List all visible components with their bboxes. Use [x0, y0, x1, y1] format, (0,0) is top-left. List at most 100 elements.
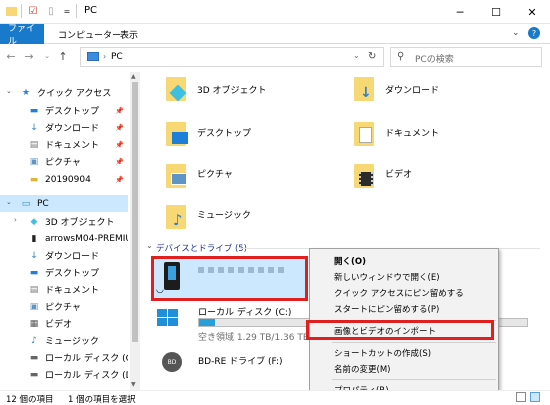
nav-item[interactable]: ▬ 20190904 📌	[0, 171, 128, 188]
folder-downloads[interactable]: ↓	[354, 77, 374, 101]
nav-item[interactable]: ★ クイック アクセス	[0, 84, 128, 101]
tab-file[interactable]: ファイル	[0, 24, 44, 47]
folder-label: ビデオ	[385, 170, 413, 180]
chevron-down-icon[interactable]: ⌄	[146, 241, 153, 250]
minimize-button[interactable]: ─	[442, 0, 478, 24]
window-title: PC	[84, 5, 98, 16]
folder-icon[interactable]	[4, 4, 18, 18]
pin-icon: 📌	[115, 157, 124, 166]
nav-item[interactable]: ↓ ダウンロード 📌	[0, 119, 128, 136]
scroll-up-icon[interactable]: ▲	[131, 73, 136, 80]
device-name-blurred	[198, 267, 288, 273]
highlight-box-import	[306, 320, 494, 340]
folder-desktop[interactable]	[166, 122, 188, 146]
phone-icon: ▮	[31, 233, 37, 244]
nav-item[interactable]: ▦ ビデオ	[0, 315, 128, 332]
folder-label: 3D オブジェクト	[197, 86, 267, 96]
folder-icon: ▬	[29, 174, 39, 185]
folder-documents[interactable]	[354, 122, 374, 146]
quick-access-dropdown-icon[interactable]: =	[60, 4, 74, 18]
divider	[76, 4, 77, 18]
drive-icon: ▬	[29, 352, 39, 363]
nav-item[interactable]: ♪ ミュージック	[0, 332, 128, 349]
chevron-down-icon[interactable]: ⌄	[6, 87, 12, 95]
details-view-icon[interactable]	[516, 392, 526, 402]
menu-item-open-new-window[interactable]: 新しいウィンドウで開く(E)	[334, 270, 440, 284]
breadcrumb-pc[interactable]: PC	[111, 52, 123, 62]
section-header-devices[interactable]: デバイスとドライブ (5)	[156, 242, 247, 254]
folder-music[interactable]: ♪	[166, 205, 186, 229]
nav-item[interactable]: ▣ ピクチャ 📌	[0, 153, 128, 170]
nav-item-label: ミュージック	[45, 337, 99, 347]
nav-item[interactable]: ▮ arrowsM04-PREMIUM	[0, 230, 128, 247]
page-icon	[359, 127, 372, 143]
back-arrow-icon[interactable]: ←	[4, 49, 18, 63]
tab-view[interactable]: 表示	[112, 24, 146, 44]
nav-item[interactable]: ▬ デスクトップ 📌	[0, 102, 128, 119]
nav-item-label: ピクチャ	[45, 158, 81, 168]
document-icon: ▤	[29, 139, 39, 150]
menu-separator	[332, 342, 496, 343]
nav-item[interactable]: ▤ ドキュメント	[0, 281, 128, 298]
close-button[interactable]: ✕	[514, 0, 550, 24]
earphone-icon: ◡	[156, 285, 164, 295]
help-icon[interactable]: ?	[528, 27, 540, 39]
nav-item-label: PC	[37, 198, 49, 209]
large-icons-view-icon[interactable]	[530, 392, 540, 402]
film-icon	[359, 172, 373, 186]
scroll-down-icon[interactable]: ▼	[131, 381, 136, 388]
folder-label: ドキュメント	[385, 129, 440, 139]
download-icon: ↓	[30, 122, 38, 133]
menu-item-pin-quick-access[interactable]: クイック アクセスにピン留めする	[334, 286, 464, 300]
up-arrow-icon[interactable]: ↑	[56, 49, 70, 63]
status-item-count: 12 個の項目	[6, 395, 54, 405]
chevron-down-icon[interactable]: ⌄	[6, 198, 12, 206]
address-dropdown-icon[interactable]: ⌄	[353, 51, 360, 60]
pin-icon: 📌	[115, 106, 124, 115]
folder-label: デスクトップ	[197, 129, 252, 139]
recent-locations-icon[interactable]: ⌄	[40, 49, 54, 63]
chevron-down-icon[interactable]: ⌄	[512, 28, 520, 38]
drive-c-usage-fill	[199, 319, 215, 326]
nav-item[interactable]: ▬ ローカル ディスク (C:)	[0, 349, 128, 366]
folder-3d-objects[interactable]	[166, 77, 187, 102]
forward-arrow-icon[interactable]: →	[22, 49, 36, 63]
nav-item-label: ダウンロード	[45, 252, 100, 262]
drive-c-name[interactable]: ローカル ディスク (C:)	[198, 305, 291, 318]
nav-item[interactable]: ▬ ローカル ディスク (D:)	[0, 366, 128, 383]
video-icon: ▦	[29, 318, 39, 329]
chevron-right-icon[interactable]: ›	[14, 216, 17, 224]
menu-item-open[interactable]: 開く(O)	[334, 254, 366, 268]
menu-item-pin-start[interactable]: スタートにピン留めする(P)	[334, 302, 439, 316]
maximize-button[interactable]: ☐	[478, 0, 514, 24]
down-arrow-icon: ↓	[360, 85, 372, 101]
folder-pictures[interactable]	[166, 164, 187, 188]
properties-icon[interactable]: ☑	[26, 4, 40, 18]
menu-separator	[332, 379, 496, 380]
folder-videos[interactable]	[354, 164, 374, 188]
address-bar[interactable]: › PC ⌄ ↻	[80, 47, 384, 67]
menu-item-rename[interactable]: 名前の変更(M)	[334, 362, 390, 376]
music-icon: ♪	[31, 335, 37, 346]
pin-icon: 📌	[115, 140, 124, 149]
nav-item[interactable]: ◆ 3D オブジェクト	[0, 213, 128, 230]
ribbon-tabs: ファイル コンピューター 表示 ⌄ ?	[0, 24, 550, 47]
nav-item[interactable]: ▬ デスクトップ	[0, 264, 128, 281]
nav-item-label: ローカル ディスク (D:)	[45, 371, 128, 381]
nav-scrollbar-thumb[interactable]	[132, 82, 138, 342]
refresh-icon[interactable]: ↻	[368, 51, 376, 62]
search-placeholder: PCの検索	[415, 55, 454, 65]
nav-item[interactable]: ▤ ドキュメント 📌	[0, 136, 128, 153]
nav-item[interactable]: ↓ ダウンロード	[0, 247, 128, 264]
nav-item[interactable]: ▭ PC	[0, 195, 128, 212]
device-arrows-selected[interactable]: ◡	[151, 256, 308, 301]
nav-item[interactable]: ▣ ピクチャ	[0, 298, 128, 315]
download-icon: ↓	[30, 250, 38, 261]
folder-label: ダウンロード	[385, 86, 440, 96]
menu-item-create-shortcut[interactable]: ショートカットの作成(S)	[334, 346, 431, 360]
folder-label: ミュージック	[197, 211, 251, 221]
drive-bd-name[interactable]: BD-RE ドライブ (F:)	[198, 354, 283, 367]
new-folder-icon[interactable]: ▯	[44, 4, 58, 18]
desktop-icon: ▬	[29, 267, 39, 278]
search-input[interactable]: ⚲ PCの検索	[390, 47, 542, 67]
